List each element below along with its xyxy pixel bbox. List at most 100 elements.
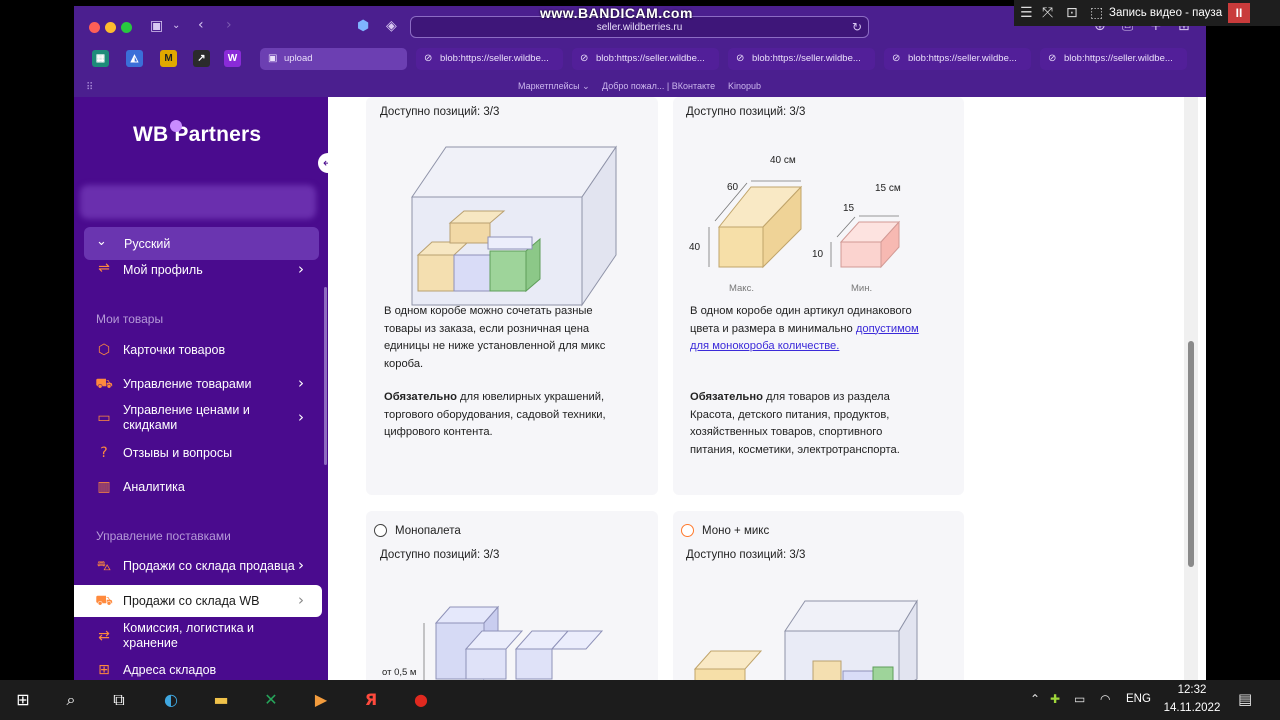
chevron-down-icon[interactable]: ⌄ — [172, 18, 180, 34]
seller-account-switcher[interactable] — [80, 185, 316, 219]
bookmark-favicon-1[interactable]: ▦ — [92, 50, 109, 67]
chevron-right-icon: › — [298, 374, 304, 392]
chevron-up-icon[interactable]: ⌃ — [1030, 692, 1040, 706]
sidebar-toggle-icon[interactable]: ▣ — [150, 18, 163, 34]
search-icon[interactable]: ⌕ — [58, 687, 84, 713]
menu-icon[interactable]: ☰ — [1020, 5, 1033, 21]
taskbar: ⊞ ⌕ ⧉ ◐ ▬ ✕ ▶ Я ● ⌃ ✚ ▭ ◠ ENG 12:32 14.1… — [0, 680, 1280, 720]
clock-time[interactable]: 12:32 — [1162, 684, 1222, 696]
mono-box-card[interactable]: Доступно позиций: 3/3 40 см 60 40 15 см … — [673, 97, 964, 495]
monopallet-radio[interactable] — [374, 524, 387, 537]
sidebar-item-label: Продажи со склада продавца — [123, 559, 295, 573]
sidebar-item-profile[interactable]: ⇌ Мой профиль › — [74, 257, 322, 279]
tab-blob-1[interactable]: ⊘ blob:https://seller.wildbe... — [416, 48, 563, 70]
shield-icon[interactable]: ◈ — [386, 18, 397, 34]
sidebar-item-prices[interactable]: ▭ Управление ценами и скидками › — [74, 402, 322, 434]
logo-dot — [170, 120, 182, 132]
truck-icon: ⛟ — [95, 376, 113, 392]
sidebar-item-seller-warehouse[interactable]: ⛍ Продажи со склада продавца › — [74, 550, 322, 582]
bookmark-favicon-5[interactable]: W — [224, 50, 241, 67]
language-label: Русский — [124, 237, 171, 251]
chart-icon: ▥ — [97, 479, 111, 495]
clock-date[interactable]: 14.11.2022 — [1158, 702, 1226, 714]
monopallet-label: Монопалета — [395, 525, 461, 537]
page-scrollbar[interactable] — [1184, 97, 1198, 680]
language-indicator[interactable]: ENG — [1126, 693, 1151, 705]
min-depth-label: 15 — [843, 203, 855, 214]
bandicam-icon[interactable]: ● — [408, 687, 434, 713]
mono-mix-card[interactable]: Моно + микс Доступно позиций: 3/3 — [673, 511, 964, 680]
sidebar-item-reviews[interactable]: ? Отзывы и вопросы — [74, 437, 322, 469]
crop-icon[interactable]: ⬚ — [1090, 5, 1103, 21]
resize-icon[interactable]: ⤧ — [1042, 5, 1053, 21]
page-scrollbar-thumb[interactable] — [1188, 341, 1194, 567]
reload-icon[interactable]: ↻ — [852, 20, 862, 34]
min-height-label: 10 — [812, 249, 824, 260]
bookmark-vkontakte[interactable]: Добро пожал... | ВКонтакте — [602, 81, 715, 91]
language-select[interactable]: ⌄ Русский — [84, 227, 319, 260]
recording-status: Запись видео - пауза — [1109, 7, 1223, 19]
globe-icon: ⊘ — [580, 53, 589, 64]
mono-mix-illustration — [693, 599, 918, 680]
sidebar-item-analytics[interactable]: ▥ Аналитика — [74, 471, 322, 503]
notification-icon[interactable]: ▤ — [1238, 690, 1252, 708]
windows-start-icon[interactable]: ⊞ — [10, 687, 36, 713]
tab-upload[interactable]: ▣ upload — [260, 48, 407, 70]
sidebar-item-wb-warehouse[interactable]: ⛟ Продажи со склада WB › — [74, 585, 322, 617]
mono-mix-radio[interactable] — [681, 524, 694, 537]
close-window-button[interactable] — [89, 22, 100, 33]
sidebar-item-goods-management[interactable]: ⛟ Управление товарами › — [74, 368, 322, 400]
extension-cube-icon[interactable]: ⬢ — [357, 18, 369, 34]
sidebar-item-label: Управление ценами и скидками — [123, 403, 250, 432]
maximize-window-button[interactable] — [121, 22, 132, 33]
globe-icon: ⊘ — [892, 53, 901, 64]
sidebar-item-product-cards[interactable]: ⬡ Карточки товаров — [74, 334, 322, 366]
chevron-right-icon: › — [298, 591, 304, 609]
tab-blob-3[interactable]: ⊘ blob:https://seller.wildbe... — [728, 48, 875, 70]
min-width-label: 15 см — [875, 183, 901, 194]
tray-app-icon[interactable]: ✚ — [1050, 692, 1060, 706]
tab-blob-2[interactable]: ⊘ blob:https://seller.wildbe... — [572, 48, 719, 70]
battery-icon[interactable]: ▭ — [1074, 692, 1085, 706]
mono-mix-label: Моно + микс — [702, 525, 770, 537]
wb-partners-logo[interactable]: WB Partners — [133, 123, 261, 147]
sidebar-item-label: Комиссия, логистика и хранение — [123, 621, 255, 650]
file-explorer-icon[interactable]: ▬ — [208, 687, 234, 713]
exchange-icon: ⇄ — [98, 628, 110, 644]
available-positions: Доступно позиций: 3/3 — [380, 106, 500, 118]
bookmark-kinopub[interactable]: Kinopub — [728, 81, 761, 91]
sidebar-item-warehouse-addresses[interactable]: ⊞ Адреса складов — [74, 654, 322, 680]
task-view-icon[interactable]: ⧉ — [106, 687, 132, 713]
sidebar-item-commission[interactable]: ⇄ Комиссия, логистика и хранение — [74, 620, 322, 652]
zoom-icon[interactable]: ⊡ — [1066, 5, 1078, 21]
edge-icon[interactable]: ◐ — [158, 687, 184, 713]
sidebar-item-label: Аналитика — [123, 480, 185, 494]
main-content: Доступно позиций: 3/3 В одном коробе мож… — [328, 97, 1206, 680]
mix-box-card[interactable]: Доступно позиций: 3/3 В одном коробе мож… — [366, 97, 658, 495]
pause-button[interactable]: II — [1228, 3, 1250, 23]
mix-box-required: Обязательно для ювелирных украшений, тор… — [384, 391, 606, 438]
url-text: seller.wildberries.ru — [596, 22, 683, 33]
yandex-browser-icon[interactable]: Я — [358, 687, 384, 713]
excel-icon[interactable]: ✕ — [258, 687, 284, 713]
max-caption: Макс. — [729, 283, 754, 294]
max-width-label: 40 см — [770, 155, 796, 166]
media-player-icon[interactable]: ▶ — [308, 687, 334, 713]
back-icon[interactable]: ‹ — [198, 17, 204, 33]
bookmark-favicon-4[interactable]: ↗ — [193, 50, 210, 67]
available-positions: Доступно позиций: 3/3 — [380, 549, 500, 561]
sidebar-item-label: Мой профиль — [123, 263, 203, 277]
forward-icon[interactable]: › — [226, 17, 232, 33]
apps-grid-icon[interactable]: ⠿ — [86, 80, 93, 96]
tab-blob-4[interactable]: ⊘ blob:https://seller.wildbe... — [884, 48, 1031, 70]
sidebar-scrollbar[interactable] — [324, 287, 327, 465]
min-caption: Мин. — [851, 283, 873, 294]
truck-icon: ⛟ — [95, 593, 113, 609]
monopallet-card[interactable]: Монопалета Доступно позиций: 3/3 от 0,5 … — [366, 511, 658, 680]
bookmark-favicon-2[interactable]: ◭ — [126, 50, 143, 67]
bookmark-marketplaces[interactable]: Маркетплейсы ⌄ — [518, 81, 590, 92]
wifi-icon[interactable]: ◠ — [1100, 692, 1110, 706]
minimize-window-button[interactable] — [105, 22, 116, 33]
bookmark-favicon-3[interactable]: M — [160, 50, 177, 67]
tab-blob-5[interactable]: ⊘ blob:https://seller.wildbe... — [1040, 48, 1187, 70]
